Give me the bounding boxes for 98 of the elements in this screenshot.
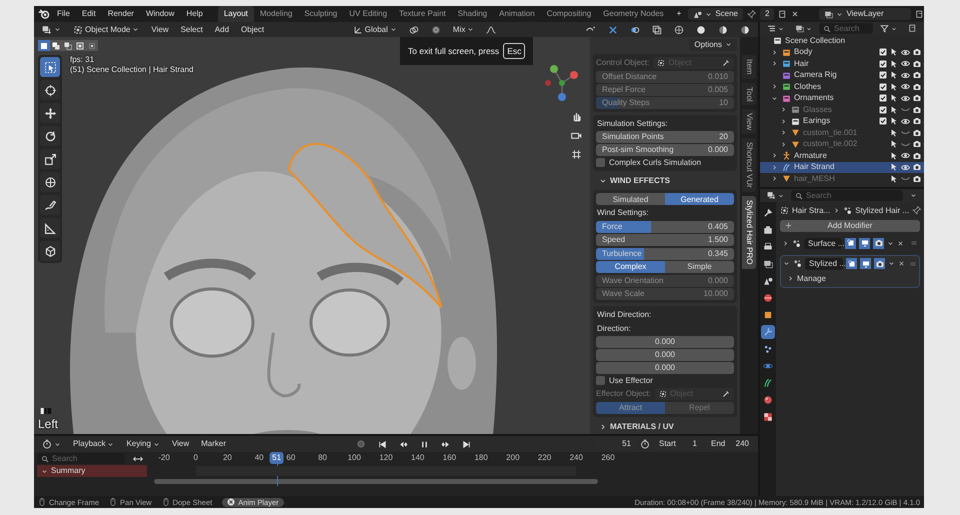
workspace-tab[interactable]: UV Editing — [343, 6, 394, 22]
menu-item[interactable]: Object — [237, 24, 268, 36]
frame-number: 160 — [442, 453, 456, 463]
number-field[interactable]: 0.000 — [596, 349, 734, 362]
toggle-option[interactable]: Simple — [665, 260, 734, 273]
section-label: Wind Direction: — [596, 308, 652, 321]
frame-number: 80 — [318, 453, 328, 463]
number-slider[interactable]: Turbulence 0.345 — [596, 248, 734, 260]
toggle-option[interactable]: Generated — [665, 193, 734, 206]
toggle-option[interactable]: Complex — [596, 260, 665, 273]
menu-item[interactable]: Select — [176, 24, 207, 36]
panel-header[interactable]: WIND EFFECTS — [593, 174, 737, 188]
orientation-dropdown[interactable]: Global — [350, 24, 401, 36]
field-label: Control Object: — [596, 58, 650, 68]
options-dropdown[interactable]: Options — [689, 39, 737, 51]
frame-number: 200 — [506, 453, 520, 463]
breadcrumb-item[interactable]: Hair Stra... — [792, 206, 830, 216]
breadcrumb-item[interactable]: Stylized Hair ... — [855, 206, 910, 216]
frame-number: 100 — [348, 453, 361, 463]
workspace-tab[interactable]: Geometry Nodes — [597, 6, 670, 22]
number-slider[interactable]: Speed 1.500 — [596, 234, 734, 246]
menu-item[interactable]: Render — [102, 8, 139, 20]
workspace-tab[interactable]: Texture Paint — [393, 6, 452, 22]
outliner-row[interactable]: Ornaments — [760, 92, 924, 104]
checkbox-label: Use Effector — [609, 376, 653, 386]
sidebar-tab[interactable]: Shortcut VUr — [742, 138, 756, 192]
checkbox-label: Complex Curls Simulation — [609, 158, 702, 168]
menu-item[interactable]: File — [52, 8, 75, 20]
workspace-tab[interactable]: Animation — [493, 6, 541, 22]
frame-number: 20 — [222, 453, 232, 463]
menu-item[interactable]: View — [168, 438, 194, 450]
frame-number: 0 — [193, 453, 198, 463]
add-modifier-button[interactable]: Add Modifier — [780, 220, 920, 232]
outliner-row[interactable]: Glasses — [760, 104, 924, 116]
add-workspace-button[interactable]: + — [672, 8, 686, 20]
frame-number: 120 — [379, 453, 393, 463]
outliner-row[interactable]: Hair — [760, 58, 924, 70]
outliner-row[interactable]: Hair Strand — [760, 162, 924, 173]
mode-dropdown[interactable]: Object Mode — [69, 24, 144, 36]
number-field[interactable]: 0.000 — [596, 362, 734, 374]
workspace-tab[interactable]: Sculpting — [298, 6, 344, 22]
workspace-tab[interactable]: Layout — [218, 6, 254, 22]
toggle-option[interactable]: Simulated — [596, 193, 665, 206]
section-label: Simulation Settings: — [596, 118, 669, 130]
snap-mode-dropdown[interactable]: Mix — [448, 24, 478, 36]
menu-item[interactable]: Marker — [197, 438, 230, 450]
frame-number: 180 — [474, 453, 488, 463]
view-layer-selector[interactable]: ViewLayer — [819, 8, 912, 20]
menu-item[interactable]: Help — [181, 8, 208, 20]
workspace-tab[interactable]: Modeling — [254, 6, 298, 22]
frame-number: 40 — [254, 453, 264, 463]
panel-header[interactable]: MATERIALS / UV — [593, 420, 737, 434]
playhead-frame[interactable]: 51 — [269, 452, 284, 464]
fps-counter: fps: 31 — [70, 55, 96, 65]
outliner-row[interactable]: Clothes — [760, 81, 924, 92]
outliner-row[interactable]: Armature — [760, 150, 924, 162]
notice-text: To exit full screen, press — [408, 46, 500, 56]
menu-item[interactable]: Edit — [76, 8, 101, 20]
frame-number: 220 — [538, 453, 552, 463]
number-slider[interactable]: Force 0.405 — [596, 220, 734, 233]
menu-item[interactable]: View — [147, 24, 173, 36]
modifier-name-field[interactable]: Stylized ... — [805, 258, 843, 270]
section-label: Direction: — [596, 322, 632, 334]
channel-row[interactable]: Summary — [37, 465, 147, 477]
subpanel-header[interactable]: Manage — [783, 272, 917, 286]
number-slider[interactable]: Simulation Points 20 — [596, 131, 734, 144]
menu-dropdown[interactable]: Playback — [69, 438, 118, 450]
modifier-name-field[interactable]: Surface ... — [804, 238, 842, 250]
frame-number: 140 — [411, 453, 424, 463]
number-field[interactable]: 0.000 — [596, 336, 734, 348]
sidebar-tab[interactable]: Stylized Hair PRO — [742, 196, 756, 269]
frame-number: 60 — [286, 453, 296, 463]
viewport-context-text: (51) Scene Collection | Hair Strand — [70, 64, 194, 74]
outliner-row[interactable]: hair_MESH — [760, 173, 924, 184]
frame-number: -20 — [158, 453, 170, 463]
sidebar-tab[interactable]: View — [742, 109, 756, 134]
field-label: Effector Object: — [596, 388, 651, 399]
outliner-row[interactable]: Scene Collection — [760, 35, 924, 46]
workspace-tab[interactable]: Shading — [452, 6, 494, 22]
user-count: 2 — [760, 8, 774, 20]
outliner-row[interactable]: custom_tie.002 — [760, 138, 924, 150]
outliner-row[interactable]: Camera Rig — [760, 70, 924, 81]
number-slider[interactable]: Post-sim Smoothing 0.000 — [596, 144, 734, 156]
section-label: Wind Settings: — [596, 207, 650, 219]
outliner-row[interactable]: Earings — [760, 116, 924, 127]
frame-number: 260 — [601, 453, 615, 463]
sidebar-tab[interactable]: Item — [742, 55, 756, 79]
outliner-row[interactable]: custom_tie.001 — [760, 127, 924, 138]
outliner-row[interactable]: Body — [760, 46, 924, 58]
menu-item[interactable]: Window — [140, 8, 180, 20]
workspace-tab[interactable]: Compositing — [540, 6, 598, 22]
view-name: Left — [38, 416, 60, 431]
sidebar-tab[interactable]: Tool — [742, 82, 756, 106]
key-hint: Esc — [503, 43, 526, 60]
frame-number: 240 — [570, 453, 583, 463]
scene-selector[interactable]: Scene — [688, 8, 743, 20]
menu-dropdown[interactable]: Keying — [122, 438, 164, 450]
menu-item[interactable]: Add — [210, 24, 234, 36]
